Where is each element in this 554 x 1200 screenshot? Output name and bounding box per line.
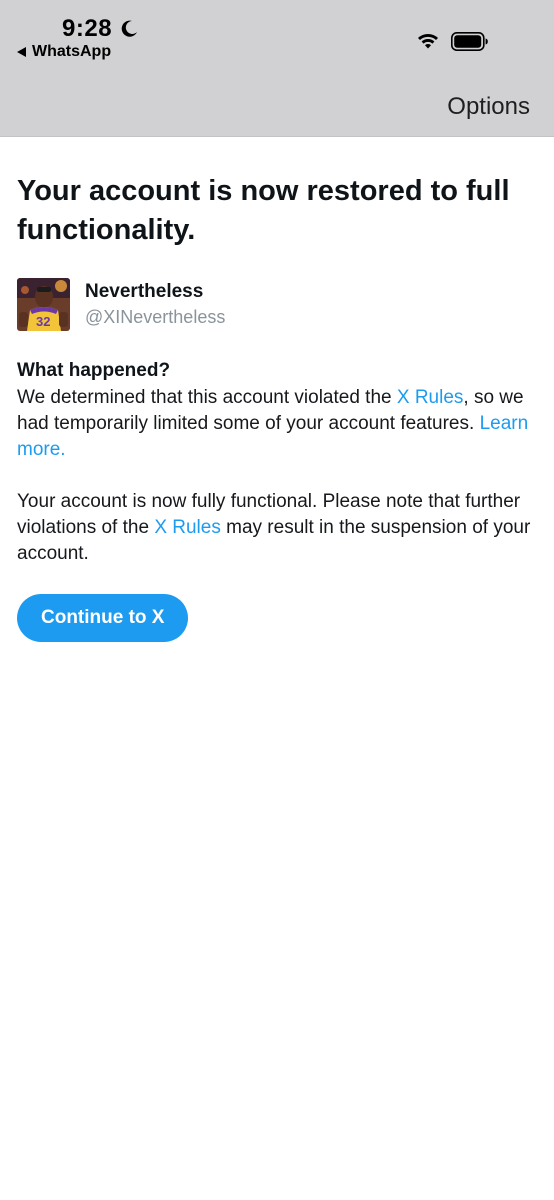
svg-text:32: 32: [36, 314, 50, 329]
options-button[interactable]: Options: [447, 93, 530, 121]
avatar-image: 32: [17, 278, 70, 331]
user-card: 32 Nevertheless @XINevertheless: [17, 278, 537, 331]
wifi-icon: [418, 34, 438, 49]
x-rules-link-2[interactable]: X Rules: [154, 517, 221, 538]
continue-button[interactable]: Continue to X: [17, 594, 189, 642]
explanation-text-start: We determined that this account violated…: [17, 387, 397, 408]
x-rules-link[interactable]: X Rules: [397, 387, 464, 408]
battery-icon: [451, 32, 488, 51]
status-paragraph: Your account is now fully functional. Pl…: [17, 489, 537, 567]
user-display-name: Nevertheless: [85, 281, 204, 302]
back-arrow-icon: [17, 47, 26, 57]
page-title: Your account is now restored to full fun…: [17, 175, 510, 246]
back-app-label: WhatsApp: [32, 43, 112, 60]
status-and-nav-bar: 9:28 WhatsApp Options: [0, 0, 554, 137]
restoration-notice: Your account is now restored to full fun…: [17, 172, 537, 642]
user-handle: @XINevertheless: [85, 307, 226, 327]
what-happened-heading: What happened?: [17, 360, 171, 381]
moon-icon: [121, 20, 137, 37]
explanation-paragraph: We determined that this account violated…: [17, 385, 537, 463]
avatar: 32: [17, 278, 70, 331]
status-time: 9:28: [62, 15, 113, 42]
back-to-app-button[interactable]: WhatsApp: [17, 43, 111, 61]
user-info: Nevertheless @XINevertheless: [85, 280, 225, 329]
